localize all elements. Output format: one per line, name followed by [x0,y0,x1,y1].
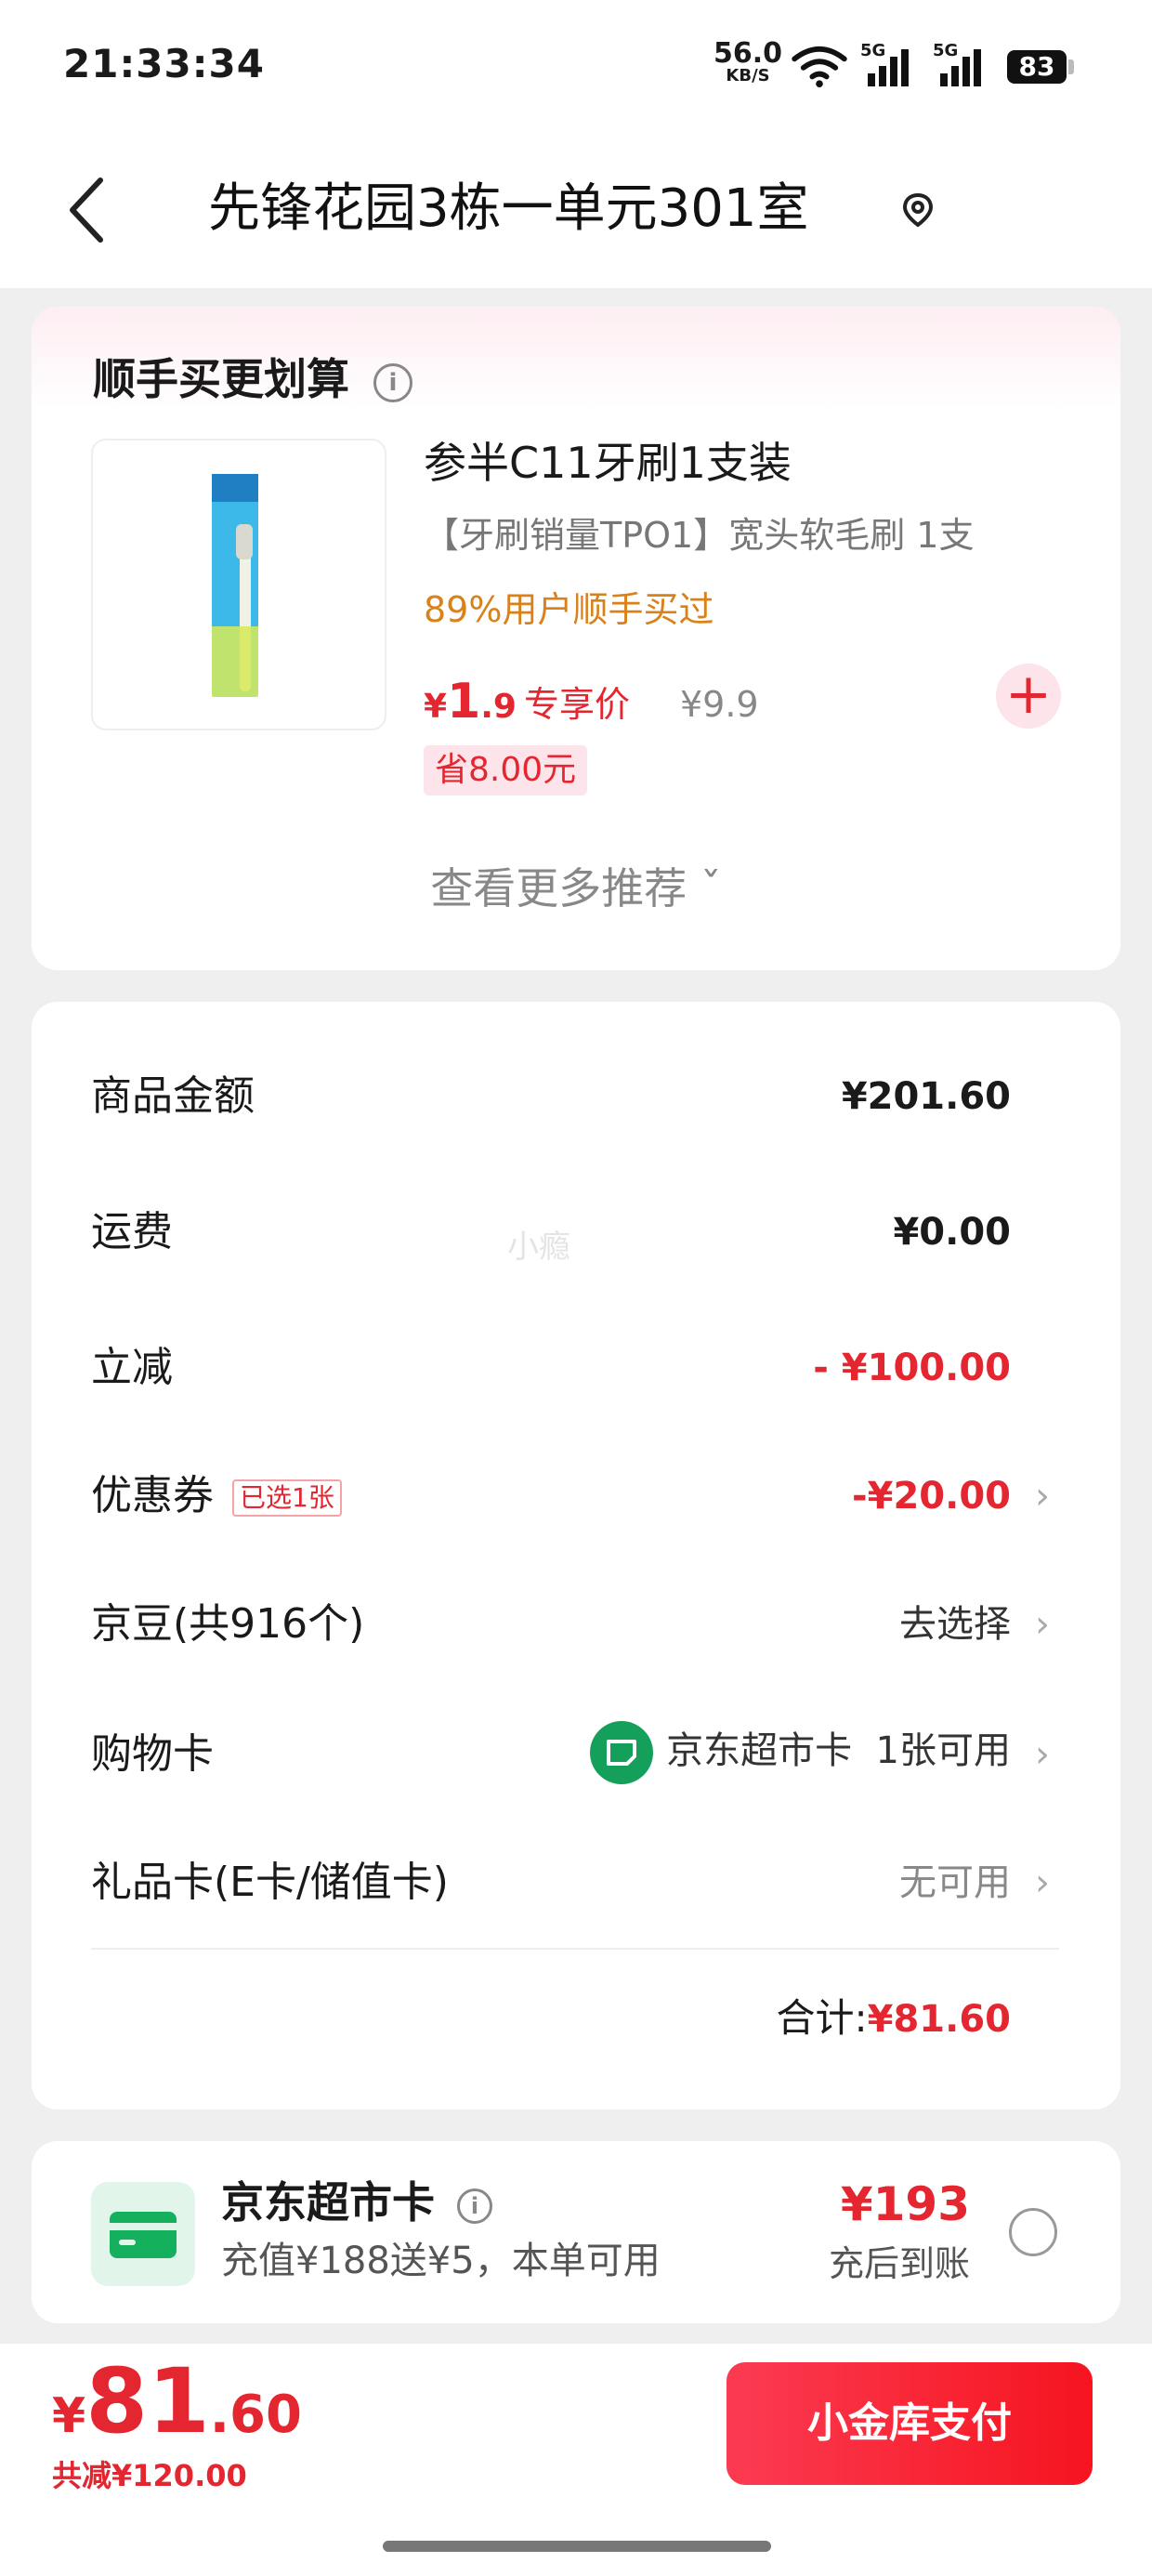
summary-divider [91,1948,1059,1950]
shopping-card-available: 1张可用 [875,1729,1011,1772]
chevron-left-icon[interactable] [65,173,111,247]
upsell-title-text: 顺手买更划算 [93,354,349,404]
price-integer: 1 [447,674,481,729]
total-label: 合计: [776,1995,868,2041]
supermarket-card-subtitle: 充值¥188送¥5，本单可用 [221,2240,661,2282]
shopping-card-value[interactable]: 京东超市卡 1张可用 [590,1721,1011,1784]
gift-card-chevron-icon[interactable]: › [1035,1855,1050,1911]
pay-button[interactable]: 小金库支付 [727,2362,1093,2485]
jd-beans-select[interactable]: 去选择 [899,1597,1011,1652]
original-price: ¥9.9 [680,684,759,725]
coupon-value[interactable]: -¥20.00 [852,1468,1011,1524]
price-symbol: ¥ [424,688,448,726]
total-value: ¥81.60 [867,1998,1011,2041]
signal-1-icon [868,49,909,86]
gift-card-value[interactable]: 无可用 [899,1855,1011,1911]
order-summary-card [32,1002,1120,2109]
toothbrush-package-image [212,474,258,697]
see-more-recommendations[interactable]: 查看更多推荐 ˇ [0,859,1152,918]
checkout-total-symbol: ¥ [52,2388,86,2444]
total-row: 合计:¥81.60 [776,1991,1011,2047]
coupon-chevron-icon[interactable]: › [1035,1468,1050,1524]
supermarket-card-title-text: 京东超市卡 [221,2177,435,2228]
network-speed-unit: KB/S [726,66,770,85]
price-decimal: .9 [480,688,517,726]
status-time: 21:33:34 [63,41,265,86]
signal-2-icon [940,49,981,86]
supermarket-card-radio[interactable] [1009,2208,1057,2256]
network-speed: 56.0 KB/S [713,40,782,85]
coupon-selected-tag: 已选1张 [232,1479,342,1517]
jd-beans-chevron-icon[interactable]: › [1035,1597,1050,1652]
upsell-title: 顺手买更划算 i [93,351,413,407]
product-thumbnail[interactable] [91,439,386,730]
coupon-label: 优惠券 [91,1472,214,1519]
checkout-total-integer: 81 [85,2349,210,2453]
battery-indicator: 83 [1007,50,1074,84]
jd-beans-label: 京豆(共916个) [91,1600,365,1648]
add-to-cart-button[interactable]: + [996,664,1061,729]
shopping-card-label: 购物卡 [91,1730,214,1778]
checkout-reduced: 共减¥120.00 [52,2458,247,2493]
supermarket-card-price: ¥193 [840,2177,970,2231]
instant-discount-label: 立减 [91,1344,173,1391]
watermark: 小瘾 [507,1229,570,1266]
delivery-address[interactable]: 先锋花园3栋一单元301室 [208,177,809,242]
location-pin-icon[interactable] [899,191,936,229]
wallet-icon [91,2182,195,2286]
shopping-card-chevron-icon[interactable]: › [1035,1727,1050,1782]
network-speed-value: 56.0 [713,37,783,70]
savings-badge: 省8.00元 [424,745,588,795]
shipping-value: ¥0.00 [893,1211,1011,1254]
info-icon[interactable]: i [457,2188,493,2224]
info-icon[interactable]: i [373,362,413,402]
shopping-card-name: 京东超市卡 [666,1729,853,1772]
jd-card-icon [590,1721,654,1784]
product-purchase-rate: 89%用户顺手买过 [424,589,714,630]
instant-discount-value: - ¥100.00 [813,1347,1011,1389]
supermarket-card-note: 充后到账 [828,2243,970,2284]
gift-card-label: 礼品卡(E卡/储值卡) [91,1859,449,1906]
wifi-icon [792,46,847,87]
goods-amount-value: ¥201.60 [841,1075,1011,1118]
shipping-label: 运费 [91,1208,173,1255]
product-description: 【牙刷销量TPO1】宽头软毛刷 1支 [424,515,975,556]
home-indicator[interactable] [383,2541,771,2552]
supermarket-card-title: 京东超市卡 i [221,2175,493,2230]
goods-amount-label: 商品金额 [91,1072,255,1120]
checkout-total-decimal: .60 [209,2385,302,2445]
coupon-row[interactable]: 优惠券 已选1张 [91,1468,342,1524]
exclusive-price-label: 专享价 [524,684,631,725]
product-price: ¥1.9 [424,669,517,745]
product-name[interactable]: 参半C11牙刷1支装 [424,435,792,491]
